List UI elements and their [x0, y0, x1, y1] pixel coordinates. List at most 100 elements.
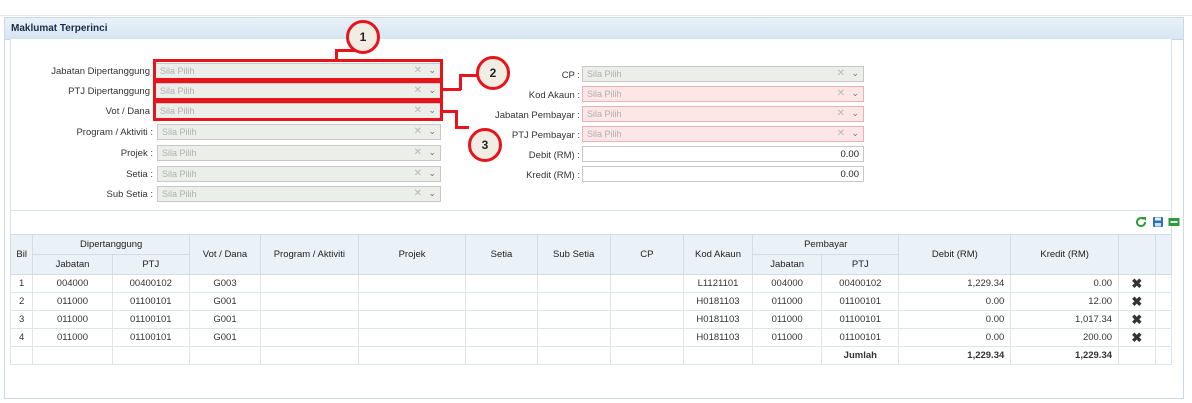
- select-sub-setia[interactable]: Sila Pilih ✕ ⌄: [157, 186, 441, 202]
- cell-kredit: 12.00: [1010, 292, 1120, 311]
- table-row[interactable]: 1 004000 00400102 G003 L1121101 004000 0…: [9, 274, 1173, 293]
- chevron-down-icon[interactable]: ⌄: [428, 147, 436, 158]
- highlight-box-3: [153, 100, 443, 121]
- cell-sub-setia: [536, 274, 611, 293]
- col-pembayar-ptj: PTJ: [821, 254, 900, 275]
- cell-kredit: 0.00: [1010, 274, 1120, 293]
- cell-pembayar-jabatan: 004000: [752, 274, 823, 293]
- table-row[interactable]: 2 011000 01100101 G001 H0181103 011000 0…: [9, 292, 1173, 311]
- col-setia: Setia: [465, 234, 538, 275]
- chevron-down-icon[interactable]: ⌄: [428, 168, 436, 179]
- cell-jabatan: 004000: [32, 274, 113, 293]
- cell-spacer: [1154, 292, 1173, 311]
- cell-jabatan: 011000: [32, 328, 113, 347]
- refresh-icon[interactable]: [1135, 216, 1147, 228]
- select-placeholder: Sila Pilih: [587, 89, 622, 99]
- kredit-value: 0.00: [840, 169, 860, 180]
- col-program: Program / Aktiviti: [260, 234, 359, 275]
- cell-cp: [609, 292, 684, 311]
- kredit-input[interactable]: 0.00: [582, 166, 864, 182]
- clear-icon[interactable]: ✕: [414, 147, 422, 158]
- select-placeholder: Sila Pilih: [162, 127, 197, 137]
- label-setia: Setia :: [126, 169, 153, 180]
- cell-debit: 0.00: [898, 292, 1012, 311]
- clear-icon[interactable]: ✕: [414, 126, 422, 137]
- cell-kod-akaun: H0181103: [682, 310, 754, 329]
- callout-marker-1: 1: [346, 20, 380, 54]
- label-vot-dana: Vot / Dana: [105, 106, 150, 117]
- debit-value: 0.00: [840, 149, 860, 160]
- chevron-down-icon[interactable]: ⌄: [428, 126, 436, 137]
- select-placeholder: Sila Pilih: [587, 109, 622, 119]
- cell-setia: [465, 292, 538, 311]
- callout-marker-3: 3: [468, 128, 502, 162]
- table-row[interactable]: 4 011000 01100101 G001 H0181103 011000 0…: [9, 328, 1173, 347]
- col-kod-akaun: Kod Akaun: [682, 234, 754, 275]
- cell-bil: 3: [9, 310, 34, 329]
- cell-pembayar-jabatan: 011000: [752, 310, 823, 329]
- label-program-aktiviti: Program / Aktiviti :: [76, 127, 153, 138]
- total-debit: 1,229.34: [898, 346, 1012, 365]
- cell-setia: [465, 274, 538, 293]
- cell-projek: [357, 274, 467, 293]
- cell-projek: [357, 292, 467, 311]
- cell-kod-akaun: H0181103: [682, 292, 754, 311]
- cell-pembayar-ptj: 01100101: [821, 310, 900, 329]
- cell-kod-akaun: H0181103: [682, 328, 754, 347]
- clear-icon[interactable]: ✕: [837, 88, 845, 99]
- select-cp[interactable]: Sila Pilih ✕ ⌄: [582, 66, 864, 82]
- select-setia[interactable]: Sila Pilih ✕ ⌄: [157, 166, 441, 182]
- col-group-pembayar: Pembayar: [752, 234, 900, 255]
- cell-bil: 4: [9, 328, 34, 347]
- highlight-box-1: [153, 59, 443, 81]
- label-projek: Projek :: [120, 148, 153, 159]
- highlight-box-2: [153, 80, 443, 101]
- cell-pembayar-ptj: 01100101: [821, 328, 900, 347]
- cell-kredit: 1,017.34: [1010, 310, 1120, 329]
- cell-debit: 0.00: [898, 310, 1012, 329]
- cell-vot: G003: [188, 274, 262, 293]
- clear-icon[interactable]: ✕: [414, 188, 422, 199]
- table-row[interactable]: 3 011000 01100101 G001 H0181103 011000 0…: [9, 310, 1173, 329]
- cell-cp: [609, 310, 684, 329]
- cell-program: [260, 274, 359, 293]
- clear-icon[interactable]: ✕: [414, 168, 422, 179]
- cell-cp: [609, 328, 684, 347]
- select-projek[interactable]: Sila Pilih ✕ ⌄: [157, 145, 441, 161]
- col-group-dipertanggung: Dipertanggung: [32, 234, 190, 255]
- chevron-down-icon[interactable]: ⌄: [428, 188, 436, 199]
- chevron-down-icon[interactable]: ⌄: [851, 108, 859, 119]
- clear-icon[interactable]: ✕: [837, 68, 845, 79]
- clear-icon[interactable]: ✕: [837, 128, 845, 139]
- label-jabatan-pembayar: Jabatan Pembayar :: [494, 110, 580, 121]
- select-kod-akaun[interactable]: Sila Pilih ✕ ⌄: [582, 86, 864, 102]
- cell-vot: G001: [188, 292, 262, 311]
- detail-table: Bil Dipertanggung Vot / Dana Program / A…: [9, 234, 1173, 365]
- select-jabatan-pembayar[interactable]: Sila Pilih ✕ ⌄: [582, 106, 864, 122]
- delete-icon[interactable]: ✖: [1118, 328, 1156, 347]
- add-row-icon[interactable]: [1168, 216, 1180, 228]
- select-program-aktiviti[interactable]: Sila Pilih ✕ ⌄: [157, 124, 441, 140]
- delete-icon[interactable]: ✖: [1118, 310, 1156, 329]
- label-sub-setia: Sub Setia :: [106, 189, 153, 200]
- chevron-down-icon[interactable]: ⌄: [851, 88, 859, 99]
- chevron-down-icon[interactable]: ⌄: [851, 128, 859, 139]
- col-pembayar-jabatan: Jabatan: [752, 254, 823, 275]
- cell-cp: [609, 274, 684, 293]
- select-ptj-pembayar[interactable]: Sila Pilih ✕ ⌄: [582, 126, 864, 142]
- cell-jabatan: 011000: [32, 292, 113, 311]
- chevron-down-icon[interactable]: ⌄: [851, 68, 859, 79]
- select-placeholder: Sila Pilih: [162, 148, 197, 158]
- cell-ptj: 01100101: [111, 328, 190, 347]
- label-jabatan-dipertanggung: Jabatan Dipertanggung: [51, 66, 150, 77]
- cell-pembayar-ptj: 00400102: [821, 274, 900, 293]
- top-strip: [0, 0, 1192, 16]
- clear-icon[interactable]: ✕: [837, 108, 845, 119]
- delete-icon[interactable]: ✖: [1118, 292, 1156, 311]
- delete-icon[interactable]: ✖: [1118, 274, 1156, 293]
- label-kredit: Kredit (RM) :: [526, 170, 580, 181]
- col-action: [1118, 234, 1156, 275]
- save-icon[interactable]: [1152, 216, 1164, 228]
- cell-program: [260, 328, 359, 347]
- debit-input[interactable]: 0.00: [582, 146, 864, 162]
